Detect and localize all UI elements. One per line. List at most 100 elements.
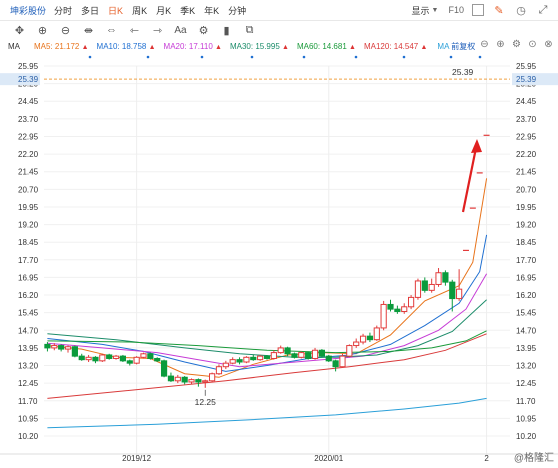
low-price-label: 12.25 xyxy=(195,397,217,407)
candle xyxy=(263,355,271,359)
candle xyxy=(85,356,92,361)
candle xyxy=(140,353,147,358)
candle xyxy=(44,343,51,349)
candle xyxy=(222,362,229,368)
candle xyxy=(133,356,140,364)
ma-line-ma10 xyxy=(47,234,488,372)
y-tick-right: 20.70 xyxy=(516,185,537,194)
kline-chart[interactable]: 25.9525.9525.2025.2024.4524.4523.7023.70… xyxy=(0,0,558,468)
marker-dot xyxy=(88,55,92,59)
y-tick-left: 17.70 xyxy=(18,256,39,265)
candle xyxy=(209,373,216,382)
candle xyxy=(64,346,72,350)
candle xyxy=(257,355,264,361)
trend-arrow-head xyxy=(471,139,482,153)
y-tick-right: 23.70 xyxy=(516,115,537,124)
y-tick-right: 19.95 xyxy=(516,203,537,212)
candle xyxy=(160,360,168,377)
trend-arrow-line xyxy=(461,142,479,213)
marker-dot xyxy=(250,55,254,59)
y-tick-right: 12.45 xyxy=(516,379,537,388)
marker-dot xyxy=(200,55,204,59)
candle xyxy=(421,280,428,291)
y-tick-left: 22.95 xyxy=(18,132,39,141)
candle xyxy=(373,327,380,341)
candle xyxy=(428,283,435,291)
y-tick-right: 10.20 xyxy=(516,432,537,441)
candle xyxy=(154,357,161,362)
x-tick: 2 xyxy=(484,454,489,463)
y-tick-left: 21.45 xyxy=(18,168,39,177)
price-badge-left-text: 25.39 xyxy=(18,75,39,84)
x-tick: 2019/12 xyxy=(122,454,151,463)
y-tick-left: 14.70 xyxy=(18,326,39,335)
moving-average-lines xyxy=(47,178,488,429)
candle xyxy=(195,379,202,383)
y-tick-right: 11.70 xyxy=(516,397,536,406)
candle xyxy=(359,335,367,343)
y-tick-left: 13.95 xyxy=(18,344,39,353)
x-tick: 2020/01 xyxy=(314,454,343,463)
y-tick-left: 22.20 xyxy=(18,150,39,159)
ma-line-ma250 xyxy=(47,397,487,429)
y-tick-left: 16.20 xyxy=(18,291,39,300)
marker-dot xyxy=(354,55,358,59)
candle xyxy=(366,335,374,341)
candle xyxy=(229,359,236,364)
candle xyxy=(298,352,305,358)
candle xyxy=(181,376,188,383)
candle xyxy=(346,345,353,357)
candle xyxy=(435,272,442,285)
candle xyxy=(380,303,387,329)
candle xyxy=(250,356,257,361)
y-tick-left: 11.70 xyxy=(18,397,38,406)
candle xyxy=(394,308,401,312)
candle xyxy=(243,356,250,363)
y-tick-left: 19.20 xyxy=(18,221,39,230)
candle xyxy=(311,349,319,359)
y-tick-right: 25.95 xyxy=(516,62,537,71)
y-tick-right: 10.95 xyxy=(516,414,537,423)
y-tick-left: 20.70 xyxy=(18,185,39,194)
y-tick-left: 16.95 xyxy=(18,273,39,282)
marker-dot xyxy=(449,55,453,59)
candle xyxy=(387,303,394,310)
candle xyxy=(71,346,78,357)
current-price-label: 25.39 xyxy=(452,67,474,77)
y-tick-right: 22.95 xyxy=(516,132,537,141)
y-tick-left: 23.70 xyxy=(18,115,39,124)
y-tick-right: 15.45 xyxy=(516,309,537,318)
candle xyxy=(277,347,284,354)
y-tick-left: 13.20 xyxy=(18,362,39,371)
candle xyxy=(99,354,106,362)
candle xyxy=(449,281,456,300)
y-tick-left: 18.45 xyxy=(18,238,39,247)
candle xyxy=(318,349,325,357)
y-tick-right: 18.45 xyxy=(516,238,537,247)
candle xyxy=(147,353,154,359)
candle xyxy=(414,280,422,298)
y-tick-right: 16.20 xyxy=(516,291,537,300)
y-tick-left: 10.20 xyxy=(18,432,39,441)
y-tick-right: 13.95 xyxy=(516,344,537,353)
y-tick-left: 10.95 xyxy=(18,414,39,423)
y-tick-right: 21.45 xyxy=(516,168,537,177)
marker-dot xyxy=(478,55,482,59)
candle xyxy=(407,296,415,308)
y-tick-left: 12.45 xyxy=(18,379,39,388)
candle xyxy=(325,355,332,362)
candle xyxy=(92,356,99,362)
candle xyxy=(112,355,120,359)
candle xyxy=(284,347,291,355)
y-tick-right: 13.20 xyxy=(516,362,537,371)
candle xyxy=(339,355,346,368)
watermark: @格隆汇 xyxy=(513,453,554,464)
candle xyxy=(188,379,195,383)
y-tick-right: 19.20 xyxy=(516,221,537,230)
candle xyxy=(270,352,277,359)
y-tick-left: 19.95 xyxy=(18,203,39,212)
candle xyxy=(58,345,65,350)
y-tick-right: 17.70 xyxy=(516,256,537,265)
candle xyxy=(167,375,175,382)
candle xyxy=(202,380,209,383)
